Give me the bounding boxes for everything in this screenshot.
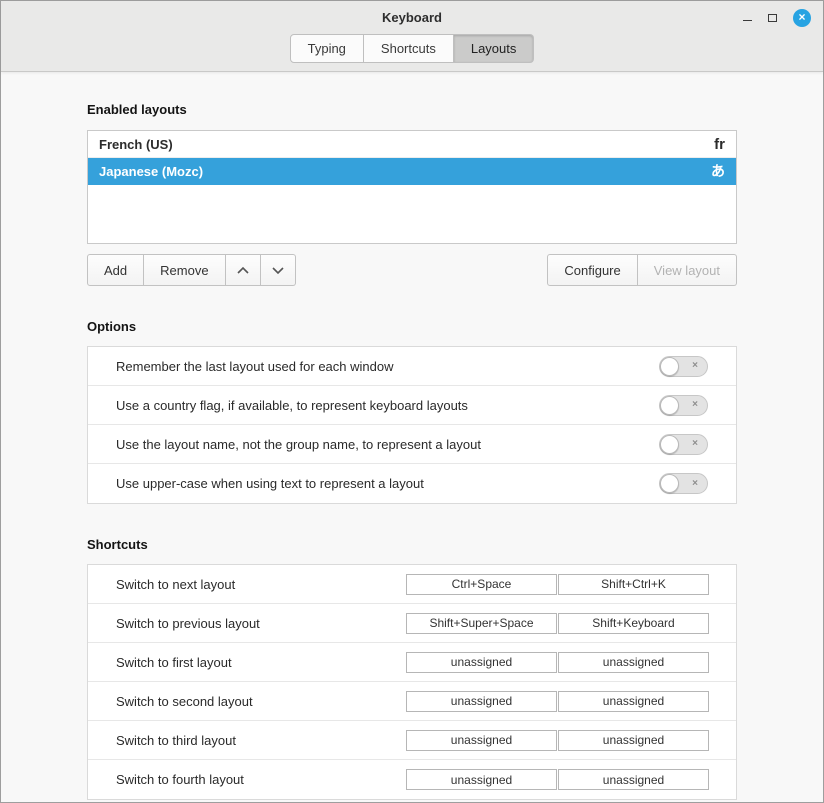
window-header: Keyboard × Typing Shortcuts Layouts: [1, 1, 823, 72]
layout-indicator-icon: fr: [714, 136, 725, 153]
keybinding-button-1[interactable]: unassigned: [406, 691, 557, 712]
window-title: Keyboard: [382, 10, 442, 25]
shortcut-label: Switch to previous layout: [116, 616, 260, 631]
keybinding-button-2[interactable]: Shift+Ctrl+K: [558, 574, 709, 595]
keybinding-button-2[interactable]: unassigned: [558, 652, 709, 673]
maximize-icon: [768, 14, 777, 22]
upper-case-toggle[interactable]: ×: [659, 473, 708, 494]
option-row-country-flag: Use a country flag, if available, to rep…: [88, 386, 736, 425]
toggle-knob: [660, 435, 679, 454]
option-label: Use upper-case when using text to repres…: [116, 476, 424, 491]
option-row-remember-layout: Remember the last layout used for each w…: [88, 347, 736, 386]
keybinding-button-1[interactable]: unassigned: [406, 769, 557, 790]
keybinding-button-1[interactable]: Ctrl+Space: [406, 574, 557, 595]
layouts-page: Enabled layouts French (US) fr Japanese …: [1, 72, 823, 802]
shortcut-label: Switch to fourth layout: [116, 772, 244, 787]
keybinding-group: unassigned unassigned: [406, 769, 709, 790]
remove-layout-button[interactable]: Remove: [144, 254, 225, 286]
toggle-off-icon: ×: [692, 479, 698, 489]
close-icon: ×: [798, 11, 805, 23]
keybinding-group: unassigned unassigned: [406, 652, 709, 673]
country-flag-toggle[interactable]: ×: [659, 395, 708, 416]
shortcut-label: Switch to third layout: [116, 733, 236, 748]
move-layout-up-button[interactable]: [226, 254, 261, 286]
maximize-button[interactable]: [768, 14, 777, 22]
option-row-upper-case: Use upper-case when using text to repres…: [88, 464, 736, 503]
remember-layout-toggle[interactable]: ×: [659, 356, 708, 377]
keybinding-button-1[interactable]: unassigned: [406, 652, 557, 673]
shortcuts-header: Shortcuts: [87, 537, 737, 552]
minimize-button[interactable]: [743, 14, 752, 21]
toggle-off-icon: ×: [692, 361, 698, 371]
keybinding-button-2[interactable]: unassigned: [558, 730, 709, 751]
shortcuts-list: Switch to next layout Ctrl+Space Shift+C…: [87, 564, 737, 800]
enabled-layouts-list: French (US) fr Japanese (Mozc) あ: [87, 130, 737, 244]
shortcut-row-second-layout: Switch to second layout unassigned unass…: [88, 682, 736, 721]
layout-name: French (US): [99, 137, 173, 152]
enabled-layouts-header: Enabled layouts: [87, 102, 737, 117]
chevron-up-icon: [236, 265, 250, 276]
chevron-down-icon: [271, 265, 285, 276]
option-label: Use the layout name, not the group name,…: [116, 437, 481, 452]
option-row-layout-name: Use the layout name, not the group name,…: [88, 425, 736, 464]
layout-indicator-icon: あ: [711, 161, 725, 181]
minimize-icon: [743, 20, 752, 21]
option-label: Remember the last layout used for each w…: [116, 359, 393, 374]
option-label: Use a country flag, if available, to rep…: [116, 398, 468, 413]
titlebar[interactable]: Keyboard ×: [1, 1, 823, 34]
close-button[interactable]: ×: [793, 9, 811, 27]
options-header: Options: [87, 319, 737, 334]
toggle-off-icon: ×: [692, 439, 698, 449]
shortcut-label: Switch to next layout: [116, 577, 235, 592]
layout-name: Japanese (Mozc): [99, 164, 203, 179]
keybinding-group: unassigned unassigned: [406, 691, 709, 712]
add-layout-button[interactable]: Add: [87, 254, 144, 286]
layout-actions: Add Remove Configure View layout: [87, 254, 737, 286]
layout-edit-button-group: Add Remove: [87, 254, 296, 286]
tab-shortcuts[interactable]: Shortcuts: [364, 34, 454, 63]
tab-bar: Typing Shortcuts Layouts: [1, 34, 823, 63]
shortcut-row-first-layout: Switch to first layout unassigned unassi…: [88, 643, 736, 682]
configure-layout-button[interactable]: Configure: [547, 254, 637, 286]
shortcut-label: Switch to second layout: [116, 694, 253, 709]
shortcut-row-third-layout: Switch to third layout unassigned unassi…: [88, 721, 736, 760]
toggle-knob: [660, 396, 679, 415]
options-list: Remember the last layout used for each w…: [87, 346, 737, 504]
keybinding-group: Shift+Super+Space Shift+Keyboard: [406, 613, 709, 634]
layout-view-button-group: Configure View layout: [547, 254, 737, 286]
window-controls: ×: [743, 1, 811, 34]
keyboard-settings-window: Keyboard × Typing Shortcuts Layouts Enab…: [0, 0, 824, 803]
toggle-knob: [660, 357, 679, 376]
shortcut-row-fourth-layout: Switch to fourth layout unassigned unass…: [88, 760, 736, 799]
toggle-knob: [660, 474, 679, 493]
keybinding-button-2[interactable]: unassigned: [558, 691, 709, 712]
view-layout-button[interactable]: View layout: [638, 254, 737, 286]
toggle-off-icon: ×: [692, 400, 698, 410]
keybinding-button-1[interactable]: Shift+Super+Space: [406, 613, 557, 634]
keybinding-group: Ctrl+Space Shift+Ctrl+K: [406, 574, 709, 595]
shortcut-row-previous-layout: Switch to previous layout Shift+Super+Sp…: [88, 604, 736, 643]
layout-row-japanese[interactable]: Japanese (Mozc) あ: [88, 158, 736, 185]
shortcut-label: Switch to first layout: [116, 655, 232, 670]
move-layout-down-button[interactable]: [261, 254, 296, 286]
keybinding-button-2[interactable]: Shift+Keyboard: [558, 613, 709, 634]
tab-layouts[interactable]: Layouts: [454, 34, 535, 63]
layout-row-french[interactable]: French (US) fr: [88, 131, 736, 158]
keybinding-group: unassigned unassigned: [406, 730, 709, 751]
shortcut-row-next-layout: Switch to next layout Ctrl+Space Shift+C…: [88, 565, 736, 604]
keybinding-button-2[interactable]: unassigned: [558, 769, 709, 790]
keybinding-button-1[interactable]: unassigned: [406, 730, 557, 751]
layout-name-toggle[interactable]: ×: [659, 434, 708, 455]
tab-typing[interactable]: Typing: [290, 34, 364, 63]
